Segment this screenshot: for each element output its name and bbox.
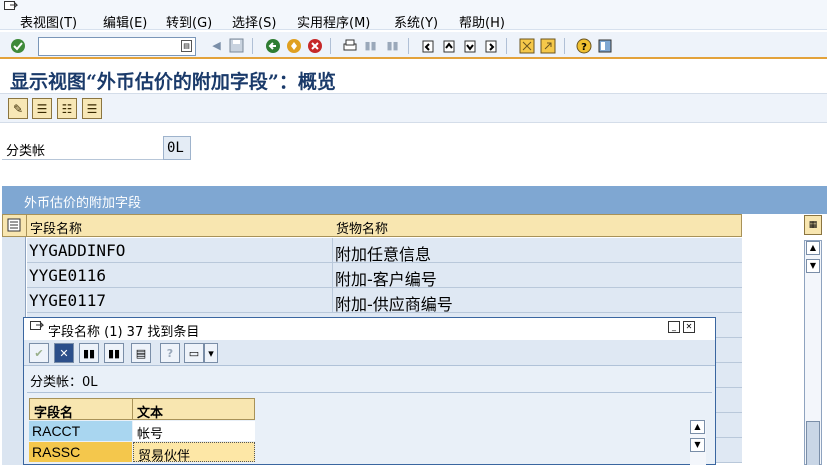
select-all-rows-icon[interactable] bbox=[2, 214, 27, 237]
cell-description: 附加任意信息 bbox=[335, 245, 432, 264]
next-page-icon[interactable] bbox=[461, 37, 478, 54]
menu-edit[interactable]: 编辑(E) bbox=[103, 12, 147, 31]
scroll-up-icon[interactable]: ▲ bbox=[806, 241, 820, 255]
help-icon[interactable]: ? bbox=[575, 37, 592, 54]
value-help-popup: 字段名称 (1) 37 找到条目 _ ✕ ✔ ✕ ▮▮ ▮▮ ▤ ? ▭ ▾ 分… bbox=[23, 317, 716, 465]
first-page-icon[interactable] bbox=[419, 37, 436, 54]
system-menu-icon[interactable] bbox=[4, 1, 18, 13]
find-icon[interactable]: ▮▮ bbox=[362, 37, 379, 54]
help-icon[interactable]: ? bbox=[160, 343, 180, 363]
table-row[interactable]: YYGE0116 附加-客户编号 bbox=[27, 263, 742, 289]
popup-column-field-name[interactable]: 字段名 bbox=[29, 398, 133, 421]
new-session-icon[interactable] bbox=[518, 37, 535, 54]
table-row[interactable]: YYGE0117 附加-供应商编号 bbox=[27, 288, 742, 314]
command-input[interactable] bbox=[39, 38, 174, 55]
ledger-label: 分类帐 bbox=[6, 144, 46, 159]
popup-toolbar: ✔ ✕ ▮▮ ▮▮ ▤ ? ▭ ▾ bbox=[24, 340, 715, 366]
popup-scroll-down-icon[interactable]: ▼ bbox=[690, 438, 705, 452]
popup-vertical-scrollbar[interactable]: ▲ ▼ bbox=[690, 420, 706, 465]
menu-system[interactable]: 系统(Y) bbox=[394, 12, 438, 31]
select-all-icon[interactable]: ☰ bbox=[32, 98, 52, 119]
menu-bar: 表视图(T) 编辑(E) 转到(G) 选择(S) 实用程序(M) 系统(Y) 帮… bbox=[0, 0, 827, 31]
menu-help[interactable]: 帮助(H) bbox=[459, 12, 505, 31]
popup-item-key: RACCT bbox=[29, 421, 132, 441]
column-header-goods-name[interactable]: 货物名称 bbox=[333, 214, 742, 237]
cell-description: 附加-供应商编号 bbox=[335, 295, 453, 314]
minimize-icon[interactable]: _ bbox=[668, 321, 680, 333]
ledger-value: 0L bbox=[163, 136, 191, 160]
cancel-icon[interactable]: ✕ bbox=[54, 343, 74, 363]
print-menu-icon[interactable]: ▾ bbox=[204, 343, 218, 363]
scroll-down-icon[interactable]: ▼ bbox=[806, 259, 820, 273]
popup-scroll-up-icon[interactable]: ▲ bbox=[690, 420, 705, 434]
enter-icon[interactable] bbox=[9, 37, 26, 54]
popup-system-icon[interactable] bbox=[30, 321, 44, 333]
last-page-icon[interactable] bbox=[482, 37, 499, 54]
cancel-icon[interactable] bbox=[306, 37, 323, 54]
confirm-icon[interactable]: ✔ bbox=[29, 343, 49, 363]
menu-selection[interactable]: 选择(S) bbox=[232, 12, 276, 31]
popup-title-bar: 字段名称 (1) 37 找到条目 _ ✕ bbox=[24, 318, 715, 340]
menu-utilities[interactable]: 实用程序(M) bbox=[297, 12, 370, 31]
command-history-icon[interactable]: ▤ bbox=[181, 40, 192, 52]
popup-item-text: 帐号 bbox=[133, 421, 255, 442]
table-panel-title: 外币估价的附加字段 bbox=[24, 196, 142, 211]
svg-text:?: ? bbox=[581, 42, 587, 53]
title-bar: 显示视图“外币估价的附加字段”：概览 bbox=[0, 61, 827, 93]
popup-title: 字段名称 (1) 37 找到条目 bbox=[48, 325, 200, 340]
menu-goto[interactable]: 转到(G) bbox=[166, 12, 212, 31]
find-icon[interactable]: ▮▮ bbox=[79, 343, 99, 363]
select-block-icon[interactable]: ☷ bbox=[57, 98, 77, 119]
menu-table-view[interactable]: 表视图(T) bbox=[20, 12, 77, 31]
column-header-field-name[interactable]: 字段名称 bbox=[27, 214, 334, 237]
cell-field-name: YYGADDINFO bbox=[29, 241, 126, 260]
find-next-icon[interactable]: ▮▮ bbox=[384, 37, 401, 54]
save-icon[interactable] bbox=[228, 37, 245, 54]
deselect-all-icon[interactable]: ☰ bbox=[82, 98, 102, 119]
table-row[interactable]: YYGADDINFO 附加任意信息 bbox=[27, 238, 742, 264]
table-vertical-scrollbar[interactable]: ▲ ▼ bbox=[804, 240, 822, 465]
back-icon[interactable] bbox=[264, 37, 281, 54]
previous-page-icon[interactable] bbox=[440, 37, 457, 54]
display-change-icon[interactable]: ✎ bbox=[8, 98, 28, 119]
shortcut-icon[interactable] bbox=[539, 37, 556, 54]
close-icon[interactable]: ✕ bbox=[683, 321, 695, 333]
sort-icon[interactable]: ▤ bbox=[131, 343, 151, 363]
collapse-icon[interactable]: ◀ bbox=[208, 37, 225, 54]
page-title: 显示视图“外币估价的附加字段”：概览 bbox=[10, 71, 336, 93]
scrollbar-thumb[interactable] bbox=[806, 421, 820, 465]
popup-filter-text: 分类帐：0L bbox=[30, 375, 98, 390]
field-underline bbox=[2, 159, 164, 160]
cell-field-name: YYGE0117 bbox=[29, 291, 107, 310]
exit-icon[interactable] bbox=[285, 37, 302, 54]
popup-item-key: RASSC bbox=[29, 442, 132, 462]
table-panel-header: 外币估价的附加字段 bbox=[2, 186, 827, 214]
application-toolbar: ✎ ☰ ☷ ☰ bbox=[0, 93, 827, 123]
cell-description: 附加-客户编号 bbox=[335, 270, 437, 289]
popup-item-text: 贸易伙伴 bbox=[133, 442, 255, 464]
popup-column-text[interactable]: 文本 bbox=[132, 398, 255, 421]
find-next-icon[interactable]: ▮▮ bbox=[104, 343, 124, 363]
print-icon[interactable]: ▭ bbox=[184, 343, 204, 363]
command-field[interactable]: ▤ bbox=[38, 37, 196, 56]
print-icon[interactable] bbox=[341, 37, 358, 54]
table-settings-icon[interactable]: ▦ bbox=[804, 215, 822, 235]
standard-toolbar: ▤ ◀ ▮▮ ▮▮ ? bbox=[0, 31, 827, 59]
layout-icon[interactable] bbox=[596, 37, 613, 54]
cell-field-name: YYGE0116 bbox=[29, 266, 107, 285]
